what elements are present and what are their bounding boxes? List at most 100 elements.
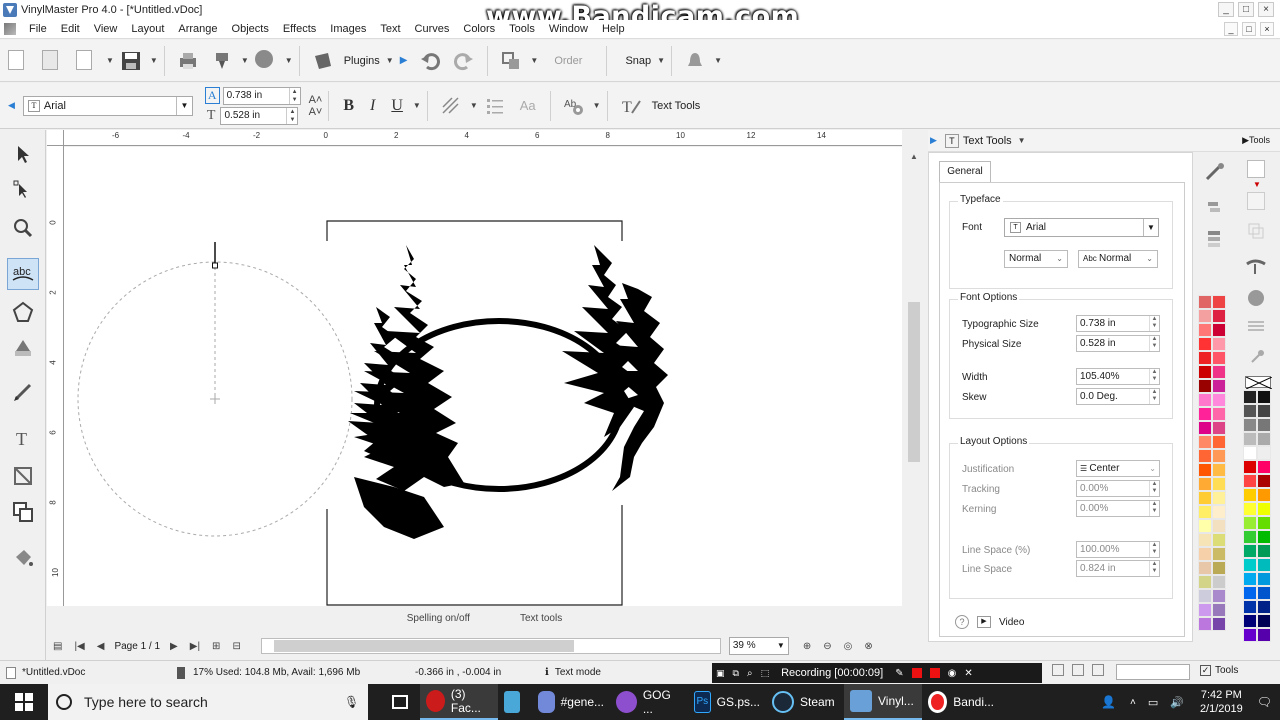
distort-tool-icon[interactable] [7, 460, 39, 492]
help-icon[interactable]: ? [955, 615, 969, 629]
color-swatch[interactable] [1198, 463, 1212, 477]
order-button[interactable]: Order [554, 55, 582, 67]
node-edit-tool-icon[interactable] [7, 174, 39, 206]
recorder-camera-icon[interactable]: ◉ [948, 668, 957, 679]
list-icon[interactable] [484, 95, 506, 117]
chevron-up-icon[interactable]: ˄ [1130, 697, 1136, 708]
vertical-ruler[interactable]: 0 2 4 6 8 10 [47, 146, 64, 606]
doc-minimize-button[interactable]: _ [1224, 22, 1238, 36]
color-swatch[interactable] [1212, 561, 1226, 575]
taskbar-steam[interactable]: Steam [766, 684, 844, 720]
color-swatch[interactable] [1257, 544, 1271, 558]
notification-icon[interactable]: 🗨 [1257, 695, 1272, 709]
zoom-page-icon[interactable]: ⊗ [864, 641, 872, 652]
people-icon[interactable]: 👤 [1101, 695, 1116, 709]
collapse-left-icon[interactable]: ◀ [8, 100, 15, 111]
color-swatch[interactable] [1243, 432, 1257, 446]
chevron-down-icon[interactable]: ⌄ [1146, 251, 1153, 267]
redo-icon[interactable] [453, 50, 475, 72]
taskbar-discord[interactable]: #gene... [532, 684, 610, 720]
snap-button[interactable]: Snap [625, 55, 651, 67]
swatch-blank-icon[interactable] [1247, 192, 1265, 210]
color-swatch[interactable] [1212, 393, 1226, 407]
minimize-button[interactable]: _ [1218, 2, 1234, 17]
spinner-icon[interactable]: ▲ ▼ [1149, 336, 1159, 351]
chevron-down-icon[interactable]: ▼ [714, 56, 722, 65]
chevron-down-icon[interactable]: ▼ [285, 56, 293, 65]
color-swatch[interactable] [1243, 558, 1257, 572]
delete-page-icon[interactable]: ⊟ [232, 641, 240, 652]
color-swatch[interactable] [1198, 617, 1212, 631]
zoom-tool-icon[interactable] [7, 212, 39, 244]
tools-link[interactable]: ▶Tools [1242, 135, 1270, 146]
color-swatch[interactable] [1243, 446, 1257, 460]
first-page-icon[interactable]: |◀ [74, 641, 84, 652]
color-swatch[interactable] [1198, 491, 1212, 505]
color-swatch[interactable] [1212, 309, 1226, 323]
spinner-icon[interactable]: ▲ ▼ [1149, 542, 1159, 557]
justification-dropdown[interactable]: ☰ Center ⌄ [1076, 460, 1160, 477]
video-icon[interactable]: ▶ [977, 616, 991, 628]
color-swatch[interactable] [1212, 295, 1226, 309]
color-swatch[interactable] [1212, 533, 1226, 547]
color-swatch[interactable] [1243, 530, 1257, 544]
color-swatch[interactable] [1212, 463, 1226, 477]
physical-size-field[interactable]: 0.528 in ▲ ▼ [220, 106, 299, 125]
spinner-icon[interactable]: ▲ ▼ [1149, 389, 1159, 404]
kerning-input[interactable]: 0.00% ▲ ▼ [1076, 500, 1160, 517]
color-swatch[interactable] [1198, 519, 1212, 533]
color-swatch[interactable] [1257, 460, 1271, 474]
color-swatch[interactable] [1257, 488, 1271, 502]
color-swatch[interactable] [1212, 365, 1226, 379]
chevron-down-icon[interactable]: ▼ [175, 96, 192, 115]
color-swatch[interactable] [1243, 404, 1257, 418]
chevron-down-icon[interactable]: ▼ [1143, 219, 1158, 236]
chevron-down-icon[interactable]: ▼ [241, 56, 249, 65]
video-link[interactable]: Video [999, 617, 1024, 628]
physical-size-input[interactable]: 0.528 in ▲ ▼ [1076, 335, 1160, 352]
font-dropdown[interactable]: T Arial ▼ [1004, 218, 1159, 237]
zoom-selector[interactable]: 39 % ▼ [728, 637, 789, 655]
menu-file[interactable]: File [22, 23, 54, 35]
align-icon[interactable] [1092, 664, 1104, 676]
color-swatch[interactable] [1257, 432, 1271, 446]
color-swatch[interactable] [1198, 337, 1212, 351]
color-swatch[interactable] [1243, 418, 1257, 432]
undo-icon[interactable] [419, 50, 441, 72]
spinner-icon[interactable]: ▲ ▼ [288, 87, 300, 104]
color-swatch[interactable] [1212, 449, 1226, 463]
swatch-white-icon[interactable] [1247, 160, 1265, 178]
color-swatch[interactable] [1198, 505, 1212, 519]
checkbox-icon[interactable]: ✓ [1200, 665, 1211, 676]
select-tool-icon[interactable] [7, 138, 39, 170]
color-swatch[interactable] [1243, 502, 1257, 516]
color-swatch[interactable] [1212, 477, 1226, 491]
menu-text[interactable]: Text [373, 23, 407, 35]
start-button[interactable] [0, 684, 48, 720]
recorder-window-icon[interactable]: ⧉ [733, 668, 739, 679]
color-swatch[interactable] [1198, 547, 1212, 561]
menu-objects[interactable]: Objects [225, 23, 276, 35]
drawing-canvas[interactable] [64, 147, 902, 606]
tools-checkbox-row[interactable]: ✓ Tools [1200, 665, 1238, 676]
network-icon[interactable]: ▭ [1148, 696, 1158, 709]
menu-effects[interactable]: Effects [276, 23, 323, 35]
line-space-input[interactable]: 0.824 in ▲ ▼ [1076, 560, 1160, 577]
color-swatch[interactable] [1243, 586, 1257, 600]
taskbar-opera[interactable]: (3) Fac... [420, 684, 498, 720]
menu-view[interactable]: View [87, 23, 125, 35]
color-swatch[interactable] [1257, 628, 1271, 642]
tree-oval-artwork[interactable] [348, 245, 668, 539]
spinner-icon[interactable]: ▲ ▼ [1149, 369, 1159, 384]
color-swatch[interactable] [1198, 533, 1212, 547]
menu-layout[interactable]: Layout [124, 23, 171, 35]
shape-tool-icon[interactable] [7, 296, 39, 328]
plugins-button[interactable]: Plugins [344, 55, 380, 67]
color-swatch[interactable] [1243, 516, 1257, 530]
bell-icon[interactable] [684, 50, 706, 72]
width-input[interactable]: 105.40% ▲ ▼ [1076, 368, 1160, 385]
weed-icon[interactable] [254, 49, 277, 72]
color-swatch[interactable] [1198, 589, 1212, 603]
doc-close-button[interactable]: × [1260, 22, 1274, 36]
color-swatch[interactable] [1198, 449, 1212, 463]
